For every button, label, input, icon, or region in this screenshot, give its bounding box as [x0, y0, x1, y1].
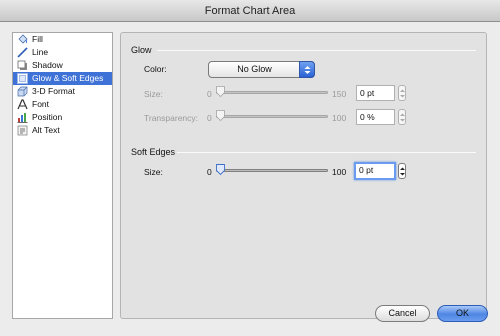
sidebar-item-label: Fill [32, 34, 43, 44]
glow-color-label: Color: [144, 64, 167, 74]
glow-transparency-label: Transparency: [144, 113, 199, 123]
3d-format-icon [17, 86, 28, 97]
stepper-arrows-icon [400, 89, 405, 98]
soft-edges-size-max: 100 [332, 167, 347, 177]
ok-button[interactable]: OK [437, 305, 488, 322]
glow-icon [17, 73, 28, 84]
sidebar-item-glow-soft-edges[interactable]: Glow & Soft Edges [13, 72, 112, 85]
paint-bucket-icon [18, 34, 28, 44]
glow-divider [157, 50, 476, 51]
glow-transparency-min: 0 [207, 113, 212, 123]
sidebar-item-label: Glow & Soft Edges [32, 73, 104, 83]
glow-transparency-stepper[interactable] [398, 109, 406, 125]
sidebar-item-label: Shadow [32, 60, 63, 70]
soft-edges-divider [177, 152, 476, 153]
glow-color-popup[interactable]: No Glow [208, 61, 315, 78]
glow-transparency-slider-thumb[interactable] [216, 110, 225, 121]
window-title: Format Chart Area [0, 0, 500, 22]
sidebar-item-label: Font [32, 99, 50, 109]
soft-edges-size-stepper[interactable] [398, 163, 406, 179]
alt-text-icon [17, 125, 28, 136]
soft-edges-size-slider[interactable] [216, 169, 328, 172]
glow-transparency-field[interactable]: 0 % [356, 109, 395, 125]
glow-color-value: No Glow [237, 64, 272, 74]
soft-edges-size-slider-thumb[interactable] [216, 164, 225, 175]
popup-arrows-icon [299, 61, 315, 78]
font-icon [17, 99, 28, 110]
sidebar-item-shadow[interactable]: Shadow [13, 59, 112, 72]
sidebar-item-position[interactable]: Position [13, 111, 112, 124]
glow-size-stepper[interactable] [398, 85, 406, 101]
glow-size-label: Size: [144, 89, 163, 99]
sidebar-item-fill[interactable]: Fill [13, 33, 112, 46]
soft-edges-size-min: 0 [207, 167, 212, 177]
settings-panel: Glow Color: No Glow Size: 0 150 0 pt Tra… [120, 32, 487, 319]
shadow-icon [17, 60, 27, 70]
sidebar-item-label: Alt Text [32, 125, 60, 135]
glow-size-slider[interactable] [216, 91, 328, 94]
line-icon [17, 47, 28, 58]
cancel-button[interactable]: Cancel [375, 305, 430, 322]
glow-section-title: Glow [131, 45, 152, 55]
stepper-arrows-icon [400, 113, 405, 122]
soft-edges-section-title: Soft Edges [131, 147, 176, 157]
sidebar-item-label: Line [32, 47, 49, 57]
sidebar-item-line[interactable]: Line [13, 46, 112, 59]
glow-size-min: 0 [207, 89, 212, 99]
sidebar-item-3d-format[interactable]: 3-D Format [13, 85, 112, 98]
position-icon [17, 113, 28, 123]
soft-edges-size-field[interactable]: 0 pt [354, 162, 396, 180]
sidebar-item-label: 3-D Format [32, 86, 75, 96]
glow-size-max: 150 [332, 89, 347, 99]
sidebar-item-alt-text[interactable]: Alt Text [13, 124, 112, 137]
stepper-arrows-icon [400, 167, 405, 176]
sidebar-item-label: Position [32, 112, 63, 122]
glow-transparency-slider[interactable] [216, 115, 328, 118]
glow-transparency-max: 100 [332, 113, 347, 123]
dialog-body: Fill Line Shadow Glow & Soft Edges 3-D F… [0, 22, 500, 336]
sidebar-item-font[interactable]: Font [13, 98, 112, 111]
soft-edges-size-label: Size: [144, 167, 163, 177]
glow-size-slider-thumb[interactable] [216, 86, 225, 97]
glow-size-field[interactable]: 0 pt [356, 85, 395, 101]
category-list: Fill Line Shadow Glow & Soft Edges 3-D F… [12, 32, 113, 319]
